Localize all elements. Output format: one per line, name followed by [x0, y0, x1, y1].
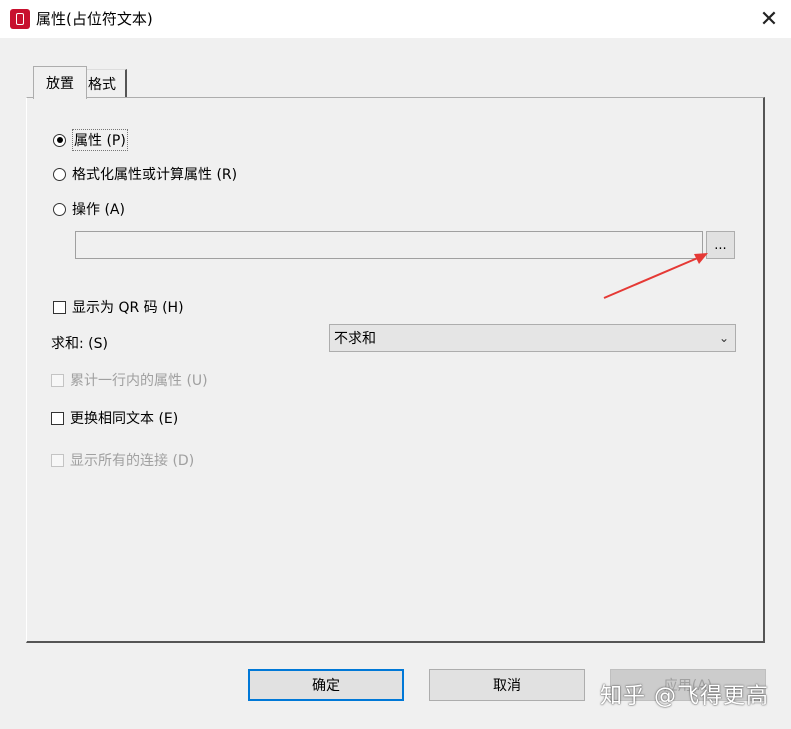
radio-button[interactable]	[53, 133, 66, 147]
sum-select[interactable]: 不求和 ⌄	[329, 324, 736, 352]
chevron-down-icon: ⌄	[718, 331, 729, 345]
radio-formatted-property[interactable]: 格式化属性或计算属性 (R)	[53, 164, 237, 184]
radio-formatted-property-label: 格式化属性或计算属性 (R)	[72, 167, 238, 183]
checkbox-show-links-label: 显示所有的连接 (D)	[70, 453, 195, 469]
checkbox-replace-text-label: 更换相同文本 (E)	[70, 411, 179, 427]
app-icon	[10, 9, 30, 29]
checkbox-box[interactable]	[51, 411, 64, 425]
action-input[interactable]	[75, 231, 703, 259]
window-title: 属性(占位符文本)	[36, 10, 153, 28]
radio-property-label: 属性 (P)	[72, 129, 128, 151]
radio-button[interactable]	[53, 167, 66, 181]
checkbox-show-links: 显示所有的连接 (D)	[51, 450, 194, 470]
cancel-button[interactable]: 取消	[429, 669, 585, 701]
title-bar: 属性(占位符文本) ✕	[0, 0, 791, 38]
checkbox-qr-code[interactable]: 显示为 QR 码 (H)	[53, 297, 184, 317]
checkbox-box	[51, 453, 64, 467]
radio-action[interactable]: 操作 (A)	[53, 199, 125, 219]
radio-action-label: 操作 (A)	[72, 202, 125, 218]
checkbox-qr-code-label: 显示为 QR 码 (H)	[72, 300, 184, 316]
browse-button[interactable]: ...	[706, 231, 735, 259]
checkbox-box[interactable]	[53, 300, 66, 314]
ok-button[interactable]: 确定	[248, 669, 404, 701]
tab-format-label: 格式	[88, 77, 116, 93]
close-icon: ✕	[759, 6, 779, 32]
radio-property[interactable]: 属性 (P)	[53, 129, 128, 151]
tab-placement[interactable]: 放置	[33, 66, 87, 99]
checkbox-accumulate-row: 累计一行内的属性 (U)	[51, 370, 208, 390]
close-button[interactable]: ✕	[755, 6, 783, 32]
watermark: 知乎 @飞得更高	[600, 684, 769, 709]
checkbox-box	[51, 373, 64, 387]
sum-label: 求和: (S)	[51, 336, 108, 352]
tab-placement-label: 放置	[46, 76, 74, 92]
checkbox-replace-text[interactable]: 更换相同文本 (E)	[51, 408, 178, 428]
checkbox-accumulate-label: 累计一行内的属性 (U)	[70, 373, 208, 389]
sum-select-value: 不求和	[334, 331, 376, 347]
radio-button[interactable]	[53, 202, 66, 216]
